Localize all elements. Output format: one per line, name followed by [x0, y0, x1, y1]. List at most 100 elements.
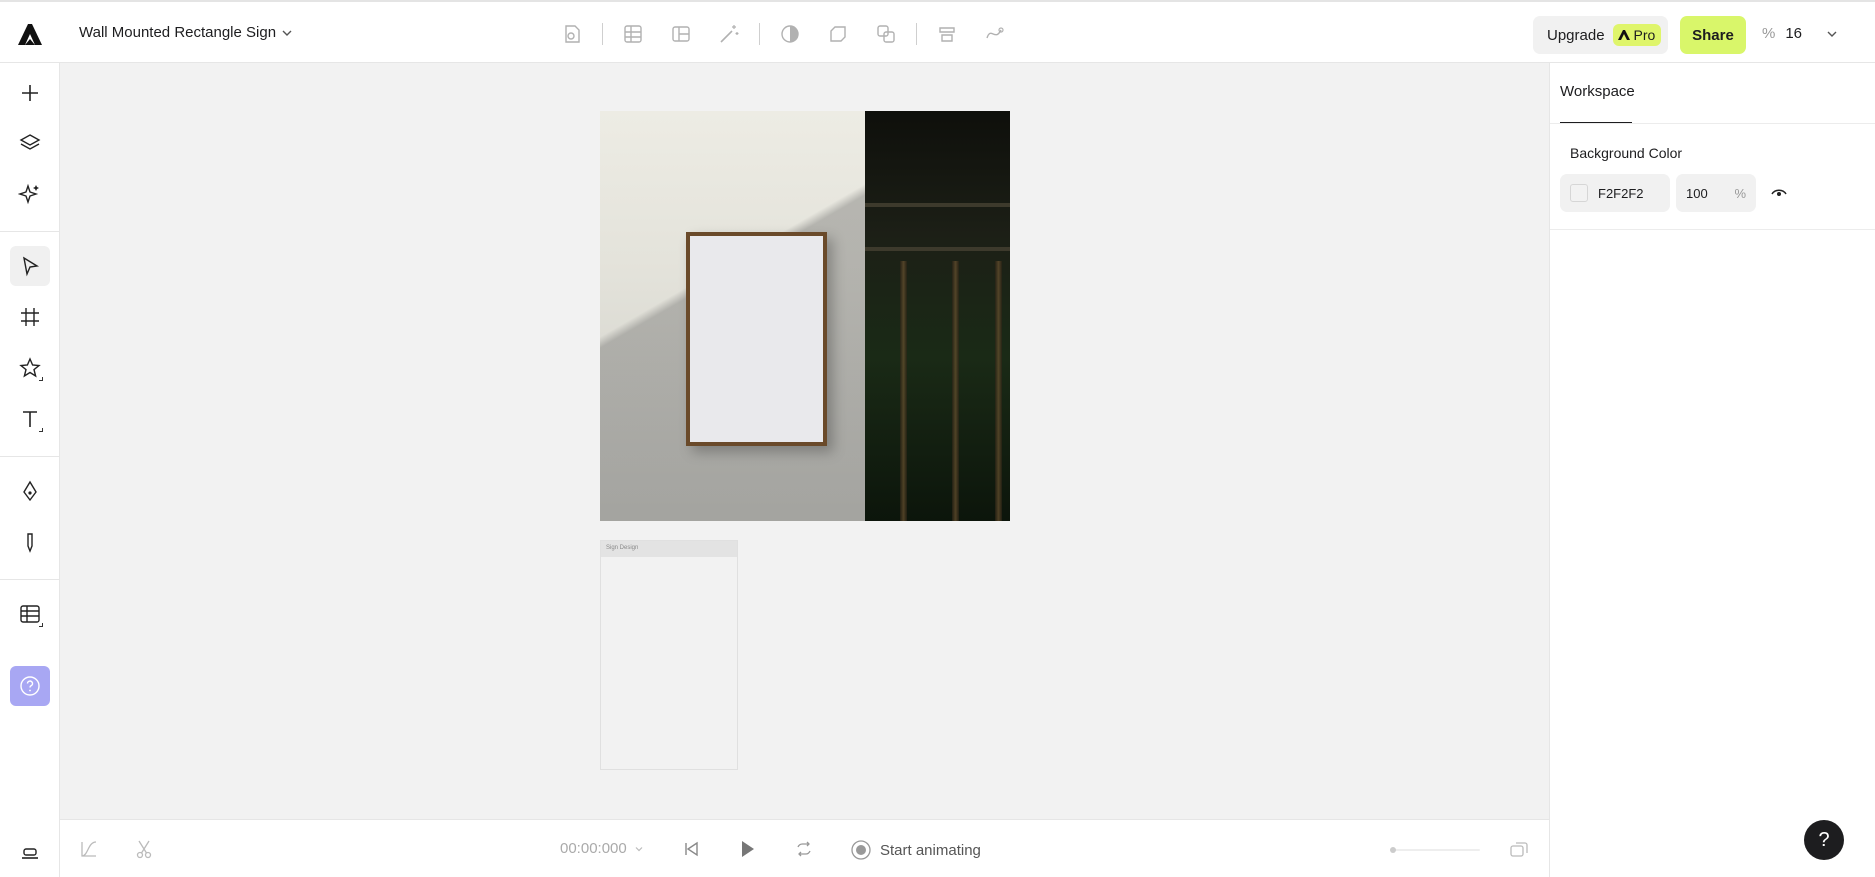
layers-icon	[19, 134, 41, 150]
pencil-tool[interactable]	[10, 522, 50, 562]
center-toolbar	[548, 20, 1019, 48]
bottom-panel-toggle[interactable]	[10, 830, 50, 870]
skip-back-icon	[685, 841, 698, 857]
document-title-dropdown[interactable]: Wall Mounted Rectangle Sign	[79, 24, 294, 41]
loop-icon	[797, 841, 811, 857]
warp-icon[interactable]	[930, 20, 964, 48]
zoom-value: 16	[1785, 25, 1803, 42]
scissors-icon	[136, 840, 152, 859]
help-icon	[20, 676, 40, 696]
play-button[interactable]	[736, 838, 758, 860]
frame-icon	[21, 308, 39, 326]
opacity-unit: %	[1734, 185, 1746, 201]
zoom-percent-symbol: %	[1762, 25, 1776, 42]
pen-tool[interactable]	[10, 471, 50, 511]
sign-design-frame[interactable]: Sign Design	[600, 540, 738, 770]
window-pillar	[995, 261, 1002, 521]
window-beam	[865, 247, 1010, 251]
magic-wand-icon[interactable]	[712, 20, 746, 48]
sign-design-title: Sign Design	[601, 541, 737, 557]
layers-tool[interactable]	[10, 123, 50, 163]
panel-divider	[1550, 229, 1875, 230]
toolbar-divider	[916, 23, 917, 45]
ai-tool[interactable]	[10, 174, 50, 214]
toolbar-divider	[0, 456, 59, 457]
pro-label: Pro	[1633, 27, 1656, 43]
slider-knob[interactable]	[1390, 847, 1396, 853]
artboard-image[interactable]	[600, 111, 1010, 521]
submenu-indicator	[39, 377, 43, 381]
toolbar-divider	[0, 579, 59, 580]
timecode-dropdown[interactable]: 00:00:000	[560, 840, 645, 857]
window-beam	[865, 203, 1010, 207]
toolbar-divider	[602, 23, 603, 45]
document-title: Wall Mounted Rectangle Sign	[79, 24, 277, 41]
record-icon	[851, 840, 871, 860]
toolbar-divider	[759, 23, 760, 45]
left-toolbar	[0, 63, 60, 877]
frame-tool[interactable]	[10, 297, 50, 337]
mockup-icon[interactable]	[664, 20, 698, 48]
background-color-label: Background Color	[1570, 145, 1683, 161]
slider-track	[1390, 849, 1480, 851]
timecode: 00:00:000	[560, 840, 627, 857]
select-arrow-icon	[23, 256, 40, 277]
pro-logo-icon	[1617, 30, 1630, 40]
pen-icon	[23, 480, 37, 502]
help-fab-button[interactable]: ?	[1804, 820, 1844, 860]
start-animating-label: Start animating	[880, 841, 981, 859]
loop-button[interactable]	[793, 838, 815, 860]
select-tool[interactable]	[10, 246, 50, 286]
canvas[interactable]: Sign Design	[60, 63, 1549, 819]
window-pillar	[900, 261, 907, 521]
submenu-indicator	[39, 428, 43, 432]
chevron-down-icon	[635, 846, 643, 851]
expand-timeline-button[interactable]	[1508, 838, 1530, 860]
play-icon	[742, 841, 754, 857]
pencil-icon	[27, 533, 33, 553]
table-tool[interactable]	[10, 594, 50, 634]
path-icon[interactable]	[978, 20, 1012, 48]
add-tool[interactable]	[10, 73, 50, 113]
timeline-bar: 00:00:000 Start animating	[60, 819, 1549, 877]
share-button[interactable]: Share	[1680, 16, 1746, 54]
align-bottom-icon	[22, 848, 38, 859]
boolean-icon[interactable]	[869, 20, 903, 48]
tab-workspace[interactable]: Workspace	[1560, 83, 1635, 100]
sign-mockup-frame[interactable]	[686, 232, 827, 446]
submenu-indicator	[39, 623, 43, 627]
app-logo[interactable]	[16, 21, 44, 47]
opacity-value[interactable]: 100	[1686, 186, 1708, 201]
top-bar: Wall Mounted Rectangle Sign Upgrade Pro …	[0, 0, 1875, 63]
chevron-down-icon[interactable]	[1824, 26, 1840, 42]
plus-icon	[22, 85, 38, 101]
contrast-icon[interactable]	[773, 20, 807, 48]
chevron-down-icon	[282, 30, 292, 36]
window-pillar	[952, 261, 959, 521]
easing-curve-icon	[81, 841, 97, 857]
shapes-tool[interactable]	[10, 348, 50, 388]
background-color-field[interactable]: F2F2F2	[1560, 174, 1670, 212]
upgrade-label: Upgrade	[1547, 26, 1605, 44]
expand-icon	[1510, 842, 1528, 857]
background-color-hex[interactable]: F2F2F2	[1598, 186, 1644, 201]
pro-badge: Pro	[1612, 24, 1662, 46]
panel-divider	[1550, 123, 1875, 124]
grid-icon[interactable]	[616, 20, 650, 48]
zoom-level[interactable]: % 16	[1762, 25, 1802, 42]
color-swatch[interactable]	[1570, 184, 1588, 202]
visibility-eye-icon[interactable]	[1770, 184, 1788, 202]
image-replace-icon[interactable]	[555, 20, 589, 48]
shape-icon[interactable]	[821, 20, 855, 48]
cut-button[interactable]	[133, 838, 155, 860]
upgrade-button[interactable]: Upgrade Pro	[1533, 16, 1668, 54]
help-tool[interactable]	[10, 666, 50, 706]
skip-back-button[interactable]	[680, 838, 702, 860]
window-section	[865, 111, 1010, 521]
easing-button[interactable]	[78, 838, 100, 860]
text-tool[interactable]	[10, 399, 50, 439]
background-opacity-field[interactable]: 100 %	[1676, 174, 1756, 212]
timeline-zoom-slider[interactable]	[1390, 847, 1480, 853]
start-animating-button[interactable]: Start animating	[850, 839, 981, 861]
properties-panel: Workspace Background Color F2F2F2 100 %	[1549, 63, 1875, 877]
